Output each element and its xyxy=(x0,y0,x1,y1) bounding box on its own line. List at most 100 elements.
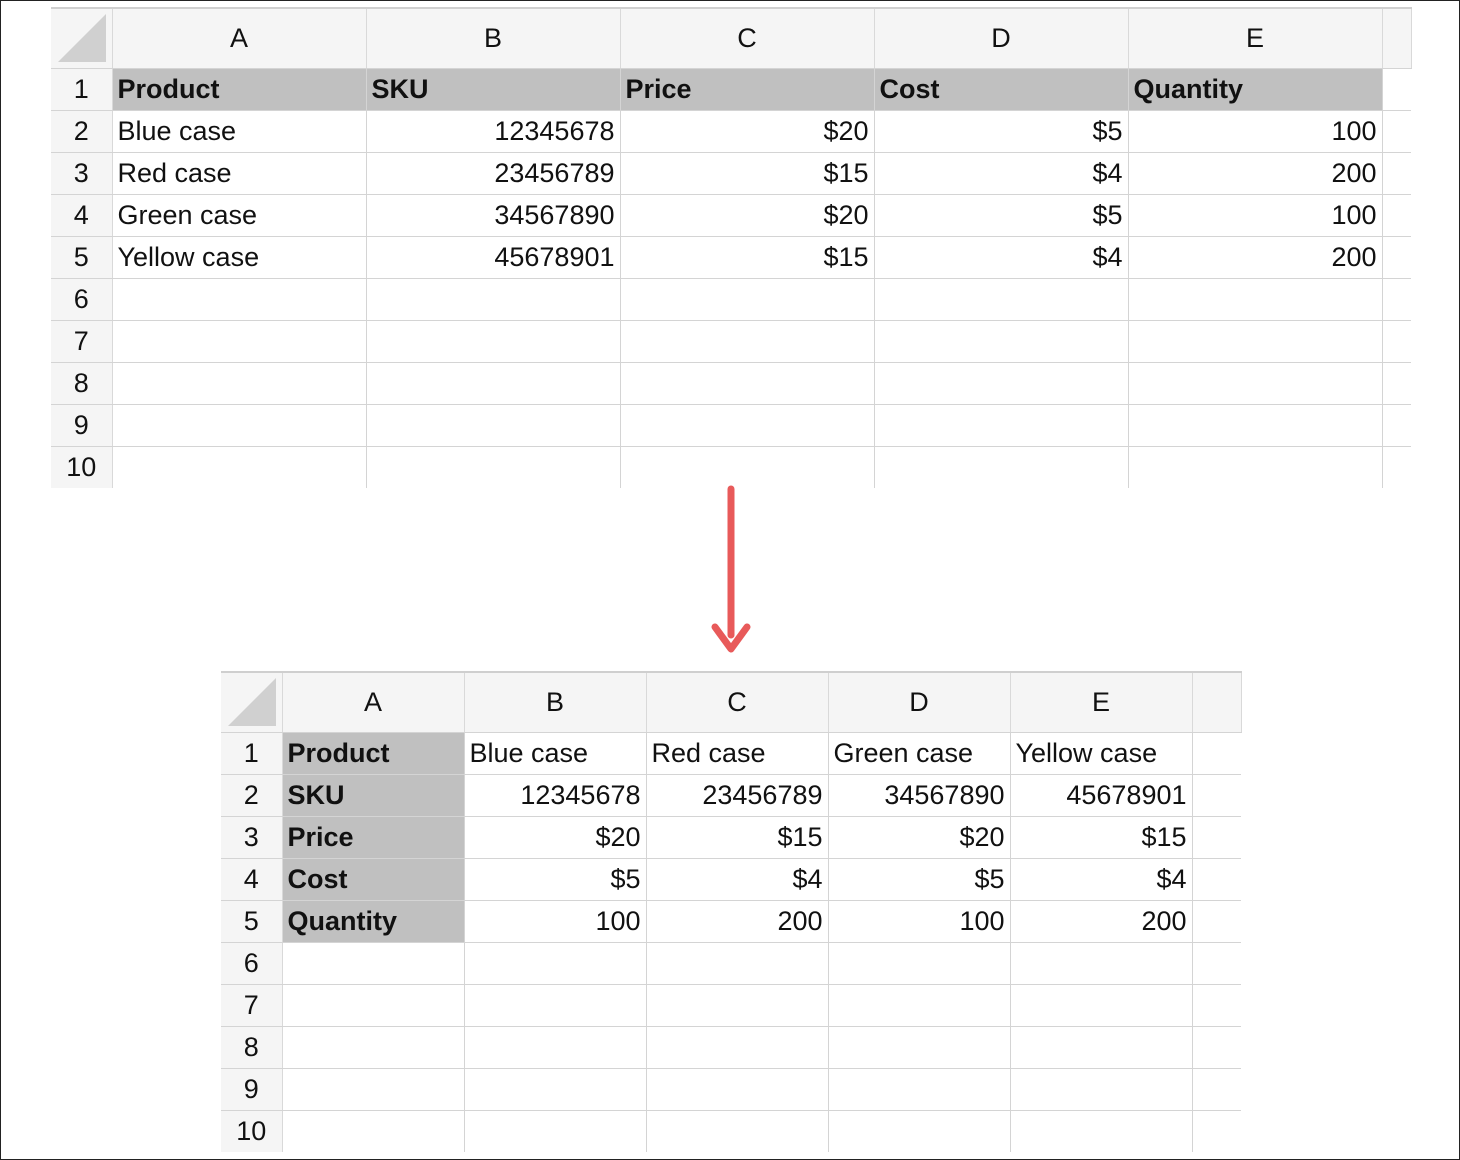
empty-cell[interactable] xyxy=(828,942,1011,985)
cell-d3[interactable]: $20 xyxy=(828,816,1011,859)
empty-cell[interactable] xyxy=(464,984,647,1027)
cell-d3[interactable]: $4 xyxy=(874,152,1129,195)
row-header[interactable]: 5 xyxy=(51,236,113,279)
empty-cell[interactable] xyxy=(1010,942,1193,985)
column-header-c[interactable]: C xyxy=(646,671,829,733)
cell-d2[interactable]: $5 xyxy=(874,110,1129,153)
cell-c3[interactable]: $15 xyxy=(620,152,875,195)
empty-cell[interactable] xyxy=(1010,1068,1193,1111)
row-header[interactable]: 6 xyxy=(51,278,113,321)
cell-a4[interactable]: Green case xyxy=(112,194,367,237)
row-header[interactable]: 6 xyxy=(221,942,283,985)
cell-a2[interactable]: SKU xyxy=(282,774,465,817)
empty-cell[interactable] xyxy=(646,1068,829,1111)
row-header[interactable]: 3 xyxy=(221,816,283,859)
empty-cell[interactable] xyxy=(1382,404,1411,447)
empty-cell[interactable] xyxy=(366,446,621,488)
empty-cell[interactable] xyxy=(874,404,1129,447)
empty-cell[interactable] xyxy=(1192,984,1241,1027)
cell-c2[interactable]: 23456789 xyxy=(646,774,829,817)
empty-cell[interactable] xyxy=(646,1026,829,1069)
row-header[interactable]: 7 xyxy=(221,984,283,1027)
empty-cell[interactable] xyxy=(1128,446,1383,488)
cell-b2[interactable]: 12345678 xyxy=(366,110,621,153)
empty-cell[interactable] xyxy=(874,446,1129,488)
empty-cell[interactable] xyxy=(646,1110,829,1152)
cell-b3[interactable]: $20 xyxy=(464,816,647,859)
cell-e5[interactable]: 200 xyxy=(1128,236,1383,279)
column-header-a[interactable]: A xyxy=(282,671,465,733)
cell-c1[interactable]: Price xyxy=(620,68,875,111)
column-header-c[interactable]: C xyxy=(620,7,875,69)
empty-cell[interactable] xyxy=(620,320,875,363)
cell-f2[interactable] xyxy=(1382,110,1411,153)
empty-cell[interactable] xyxy=(282,1110,465,1152)
cell-e3[interactable]: $15 xyxy=(1010,816,1193,859)
cell-a5[interactable]: Yellow case xyxy=(112,236,367,279)
cell-c4[interactable]: $4 xyxy=(646,858,829,901)
empty-cell[interactable] xyxy=(366,362,621,405)
column-header-b[interactable]: B xyxy=(366,7,621,69)
cell-f4[interactable] xyxy=(1382,194,1411,237)
empty-cell[interactable] xyxy=(1010,1026,1193,1069)
empty-cell[interactable] xyxy=(282,1068,465,1111)
empty-cell[interactable] xyxy=(464,1026,647,1069)
cell-d2[interactable]: 34567890 xyxy=(828,774,1011,817)
empty-cell[interactable] xyxy=(646,984,829,1027)
row-header[interactable]: 3 xyxy=(51,152,113,195)
row-header[interactable]: 2 xyxy=(221,774,283,817)
cell-c5[interactable]: $15 xyxy=(620,236,875,279)
cell-a5[interactable]: Quantity xyxy=(282,900,465,943)
cell-f1[interactable] xyxy=(1382,68,1411,111)
empty-cell[interactable] xyxy=(112,278,367,321)
cell-e2[interactable]: 100 xyxy=(1128,110,1383,153)
empty-cell[interactable] xyxy=(1010,984,1193,1027)
cell-d4[interactable]: $5 xyxy=(874,194,1129,237)
cell-d5[interactable]: 100 xyxy=(828,900,1011,943)
empty-cell[interactable] xyxy=(464,1110,647,1152)
column-header-extra[interactable] xyxy=(1192,671,1242,733)
cell-b3[interactable]: 23456789 xyxy=(366,152,621,195)
cell-b4[interactable]: 34567890 xyxy=(366,194,621,237)
empty-cell[interactable] xyxy=(828,1026,1011,1069)
empty-cell[interactable] xyxy=(1382,320,1411,363)
row-header[interactable]: 1 xyxy=(221,732,283,775)
cell-c2[interactable]: $20 xyxy=(620,110,875,153)
row-header[interactable]: 9 xyxy=(51,404,113,447)
empty-cell[interactable] xyxy=(620,278,875,321)
cell-b5[interactable]: 100 xyxy=(464,900,647,943)
cell-a3[interactable]: Price xyxy=(282,816,465,859)
select-all-corner[interactable] xyxy=(221,671,283,733)
cell-e5[interactable]: 200 xyxy=(1010,900,1193,943)
cell-d1[interactable]: Green case xyxy=(828,732,1011,775)
empty-cell[interactable] xyxy=(1192,1068,1241,1111)
row-header[interactable]: 8 xyxy=(221,1026,283,1069)
empty-cell[interactable] xyxy=(620,446,875,488)
empty-cell[interactable] xyxy=(1192,1111,1241,1153)
empty-cell[interactable] xyxy=(1128,362,1383,405)
row-header[interactable]: 4 xyxy=(51,194,113,237)
cell-d5[interactable]: $4 xyxy=(874,236,1129,279)
cell-b4[interactable]: $5 xyxy=(464,858,647,901)
cell-f4[interactable] xyxy=(1192,858,1241,901)
cell-a2[interactable]: Blue case xyxy=(112,110,367,153)
empty-cell[interactable] xyxy=(874,362,1129,405)
empty-cell[interactable] xyxy=(874,320,1129,363)
empty-cell[interactable] xyxy=(1128,320,1383,363)
empty-cell[interactable] xyxy=(828,1068,1011,1111)
row-header[interactable]: 9 xyxy=(221,1068,283,1111)
cell-d4[interactable]: $5 xyxy=(828,858,1011,901)
cell-c5[interactable]: 200 xyxy=(646,900,829,943)
cell-b5[interactable]: 45678901 xyxy=(366,236,621,279)
empty-cell[interactable] xyxy=(112,446,367,488)
empty-cell[interactable] xyxy=(464,1068,647,1111)
column-header-e[interactable]: E xyxy=(1010,671,1193,733)
empty-cell[interactable] xyxy=(1128,278,1383,321)
cell-c3[interactable]: $15 xyxy=(646,816,829,859)
empty-cell[interactable] xyxy=(620,404,875,447)
row-header[interactable]: 1 xyxy=(51,68,113,111)
cell-f3[interactable] xyxy=(1192,816,1241,859)
empty-cell[interactable] xyxy=(1382,278,1411,321)
cell-f3[interactable] xyxy=(1382,152,1411,195)
cell-d1[interactable]: Cost xyxy=(874,68,1129,111)
